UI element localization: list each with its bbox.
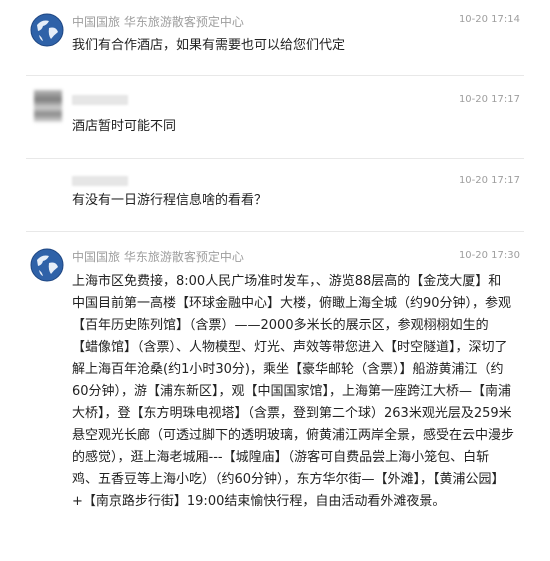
message-time: 10-20 17:17 — [458, 94, 520, 105]
message-text: 有没有一日游行程信息啥的看看？ — [72, 193, 268, 208]
message-time: 10-20 17:30 — [458, 250, 520, 261]
message-time: 10-20 17:14 — [458, 14, 520, 25]
message-3: 10-20 17:17 有没有一日游行程信息啥的看看？ — [0, 159, 550, 229]
blurred-avatar[interactable] — [34, 90, 62, 122]
sender-name: 中国国旅 华东旅游散客预定中心 — [72, 15, 244, 29]
sender-name — [72, 95, 128, 105]
globe-icon[interactable] — [30, 248, 64, 282]
message-4: 中国国旅 华东旅游散客预定中心 10-20 17:30 上海市区免费接，8:00… — [0, 232, 550, 561]
message-time: 10-20 17:17 — [458, 175, 520, 186]
message-text: 我们有合作酒店，如果有需要也可以给您们代定 — [72, 38, 346, 53]
sender-name: 中国国旅 华东旅游散客预定中心 — [72, 250, 244, 264]
message-2: 10-20 17:17 酒店暂时可能不同 — [0, 76, 550, 156]
globe-icon[interactable] — [30, 13, 64, 47]
message-text: 酒店暂时可能不同 — [72, 119, 177, 134]
message-1: 中国国旅 华东旅游散客预定中心 10-20 17:14 我们有合作酒店，如果有需… — [0, 0, 550, 75]
sender-name — [72, 176, 128, 186]
message-text: 上海市区免费接，8:00人民广场准时发车，、游览88层高的【金茂大厦】和中国目前… — [72, 274, 515, 509]
